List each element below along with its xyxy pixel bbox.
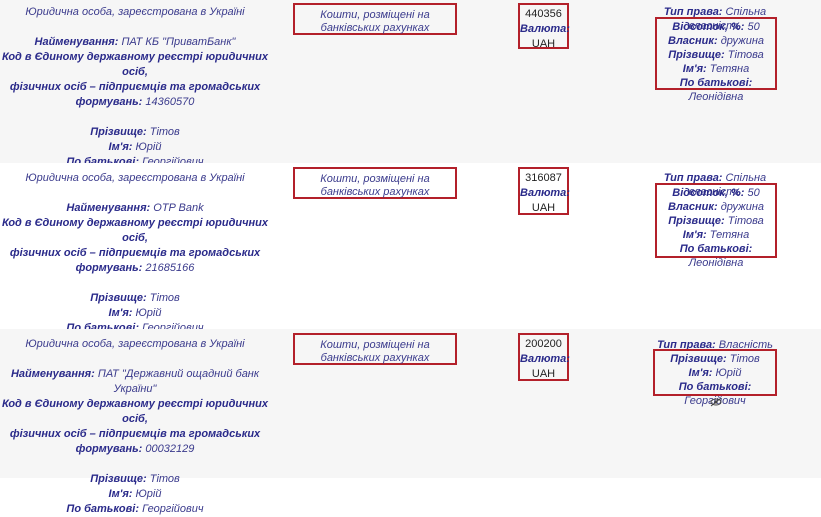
owner-info-box: Відсоток, %: 50 Власник: дружина Прізвищ…	[655, 183, 777, 269]
firstname-value: Юрій	[135, 488, 162, 500]
owner-label: Власник:	[668, 35, 718, 47]
entity-type: Юридична особа, зареєстрована в Україні	[25, 6, 245, 18]
owner-firstname-value: Тетяна	[709, 63, 750, 75]
bank-info-cell: Юридична особа, зареєстрована в Україні …	[0, 5, 270, 187]
asset-type-box: Кошти, розміщені на банківських рахунках	[293, 3, 457, 35]
firstname-value: Юрій	[135, 307, 162, 319]
owner-info-box: Прізвище: Тітов Ім'я: Юрій По батькові: …	[653, 349, 777, 407]
surname-label: Прізвище:	[90, 292, 147, 304]
asset-type: Кошти, розміщені на банківських рахунках	[320, 339, 430, 364]
code-label-line2: фізичних осіб – підприємців та громадськ…	[9, 247, 261, 259]
bank-info-cell: Юридична особа, зареєстрована в Україні …	[0, 337, 270, 517]
owner-patronymic-value: Леонідівна	[688, 257, 744, 269]
share-label: Відсоток, %:	[672, 187, 745, 199]
currency-label: Валюта:	[520, 353, 570, 365]
amount-value: 200200	[525, 338, 562, 350]
amount-box: 440356 Валюта: UAH	[518, 3, 570, 50]
owner-firstname-value: Тетяна	[709, 229, 750, 241]
owner-label: Власник:	[668, 201, 718, 213]
surname-label: Прізвище:	[90, 126, 147, 138]
firstname-value: Юрій	[135, 141, 162, 153]
bank-name: Найменування: ПАТ КБ "ПриватБанк"	[0, 35, 270, 50]
table-row: Юридична особа, зареєстрована в Україні …	[0, 0, 821, 182]
name-label: Найменування:	[66, 202, 151, 214]
name-value: ПАТ "Державний ощадний банк України"	[97, 368, 260, 395]
currency-value: UAH	[531, 38, 556, 50]
surname-label: Прізвище:	[90, 473, 147, 485]
owner-surname-value: Тітова	[727, 215, 764, 227]
owner-firstname-label: Ім'я:	[682, 229, 707, 241]
surname-value: Тітов	[149, 473, 180, 485]
name-label: Найменування:	[34, 36, 119, 48]
owner-value: дружина	[720, 35, 764, 47]
code-value: 00032129	[145, 443, 195, 455]
surname-value: Тітов	[149, 292, 180, 304]
amount-box: 316087 Валюта: UAH	[518, 167, 570, 215]
currency-label: Валюта:	[520, 187, 570, 199]
owner-patronymic-label: По батькові:	[679, 243, 753, 255]
firstname-label: Ім'я:	[108, 307, 133, 319]
owner-patronymic-label: По батькові:	[679, 77, 753, 89]
amount-value: 440356	[525, 8, 562, 20]
amount-value: 316087	[525, 172, 562, 184]
asset-type-box: Кошти, розміщені на банківських рахунках	[293, 333, 457, 365]
table-row: Юридична особа, зареєстрована в Україні …	[0, 163, 821, 348]
owner-patronymic-value: Леонідівна	[688, 91, 744, 103]
patronymic-value: Георгійович	[142, 503, 204, 515]
share-label: Відсоток, %:	[672, 21, 745, 33]
asset-type-box: Кошти, розміщені на банківських рахунках	[293, 167, 457, 199]
firstname-label: Ім'я:	[108, 141, 133, 153]
owner-surname-label: Прізвище:	[668, 49, 725, 61]
code-label-line3: формувань:	[75, 443, 143, 455]
bank-info-cell: Юридична особа, зареєстрована в Україні …	[0, 171, 270, 353]
owner-firstname-value: Юрій	[715, 367, 742, 379]
code-label-line1: Код в Єдиному державному реєстрі юридичн…	[1, 51, 268, 78]
currency-value: UAH	[531, 368, 556, 380]
code-value: 14360570	[145, 96, 195, 108]
entity-type: Юридична особа, зареєстрована в Україні	[25, 172, 245, 184]
name-label: Найменування:	[10, 368, 95, 380]
asset-type: Кошти, розміщені на банківських рахунках	[320, 9, 430, 34]
share-value: 50	[747, 187, 760, 199]
code-value: 21685166	[145, 262, 195, 274]
owner-info-box: Відсоток, %: 50 Власник: дружина Прізвищ…	[655, 17, 777, 103]
surname-value: Тітов	[149, 126, 180, 138]
code-label-line3: формувань:	[75, 96, 143, 108]
name-value: ПАТ КБ "ПриватБанк"	[121, 36, 236, 48]
code-label-line2: фізичних осіб – підприємців та громадськ…	[9, 428, 261, 440]
owner-value: дружина	[720, 201, 764, 213]
code-label-line3: формувань:	[75, 262, 143, 274]
currency-value: UAH	[531, 202, 556, 214]
code-label-line2: фізичних осіб – підприємців та громадськ…	[9, 81, 261, 93]
firstname-label: Ім'я:	[108, 488, 133, 500]
asset-type: Кошти, розміщені на банківських рахунках	[320, 173, 430, 198]
name-value: OTP Bank	[153, 202, 204, 214]
code-label-line1: Код в Єдиному державному реєстрі юридичн…	[1, 217, 268, 244]
owner-firstname-label: Ім'я:	[688, 367, 713, 379]
owner-patronymic-label: По батькові:	[678, 381, 752, 393]
entity-type: Юридична особа, зареєстрована в Україні	[25, 338, 245, 350]
currency-label: Валюта:	[520, 23, 570, 35]
patronymic-label: По батькові:	[66, 503, 139, 515]
owner-surname-value: Тітова	[727, 49, 764, 61]
share-value: 50	[747, 21, 760, 33]
code-label-line1: Код в Єдиному державному реєстрі юридичн…	[1, 398, 268, 425]
owner-surname-value: Тітов	[729, 353, 760, 365]
table-row: Юридична особа, зареєстрована в Україні …	[0, 329, 821, 515]
amount-box: 200200 Валюта: UAH	[518, 333, 570, 381]
owner-surname-label: Прізвище:	[670, 353, 727, 365]
owner-firstname-label: Ім'я:	[682, 63, 707, 75]
owner-surname-label: Прізвище:	[668, 215, 725, 227]
eye-icon[interactable]	[710, 397, 722, 410]
